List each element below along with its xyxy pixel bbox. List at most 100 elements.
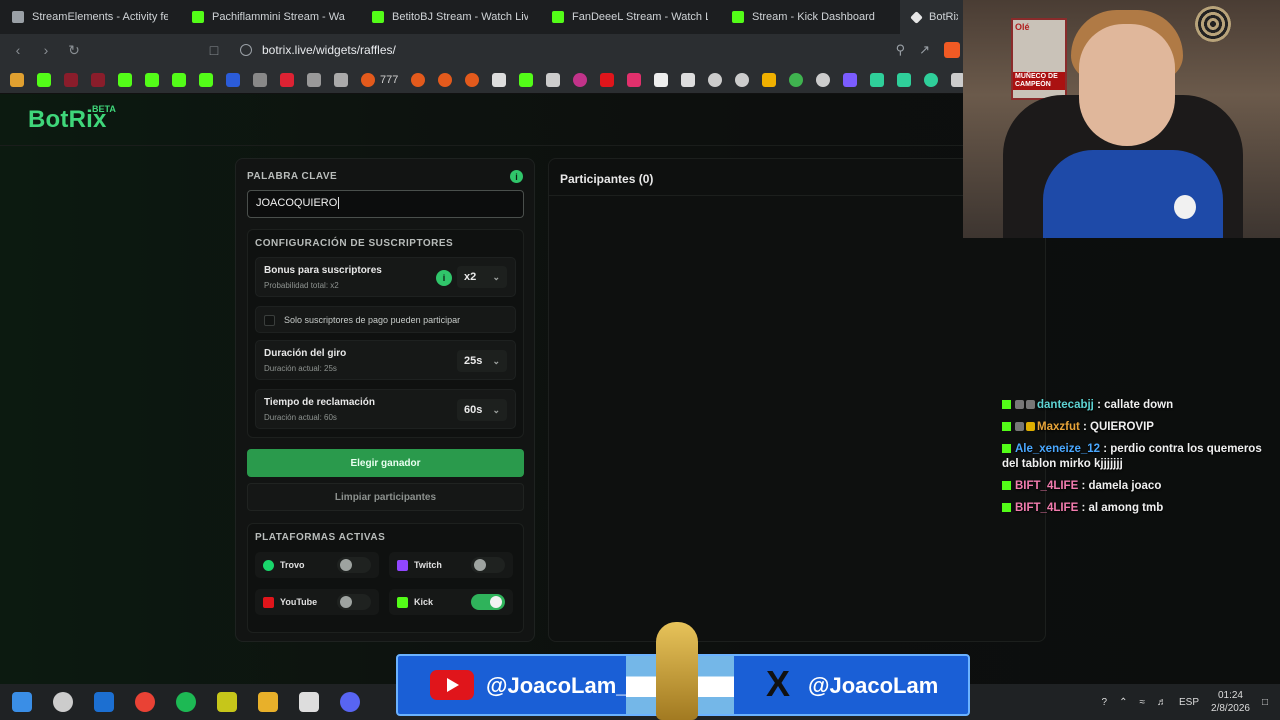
youtube-handle: @JoacoLam_ [486, 673, 629, 698]
spin-duration-select[interactable]: 25s ⌄ [457, 350, 507, 372]
spin-title: Duración del giro [264, 348, 347, 359]
address-actions: ⚲ ↗ [896, 42, 960, 58]
file-explorer-icon[interactable] [258, 692, 278, 712]
bookmark-icon[interactable] [465, 72, 480, 87]
chat-message: BIFT_4LIFE : al among tmb [1002, 501, 1272, 516]
bookmark-icon[interactable] [10, 72, 24, 87]
tab-botrix[interactable]: BotRix | [900, 0, 970, 34]
bookmark-icon[interactable] [816, 72, 831, 87]
bookmark-icon[interactable] [91, 72, 105, 87]
youtube-icon [263, 596, 274, 608]
bookmark-icon[interactable] [762, 72, 777, 87]
instagram-icon[interactable] [627, 72, 642, 87]
info-icon[interactable]: i [510, 170, 523, 183]
spotify-icon[interactable] [176, 692, 196, 712]
bookmark-icon[interactable] [334, 72, 348, 87]
chevron-up-icon[interactable]: ⌃ [1119, 697, 1127, 708]
kick-icon[interactable] [118, 72, 132, 87]
windows-start-icon[interactable] [12, 692, 32, 712]
chrome-icon[interactable] [135, 692, 155, 712]
bookmark-label[interactable]: 777 [380, 74, 398, 86]
bookmark-icon[interactable] [492, 72, 507, 87]
bookmark-icon[interactable] [411, 72, 426, 87]
x-icon[interactable] [681, 72, 696, 87]
pick-winner-button[interactable]: Elegir ganador [247, 449, 524, 477]
bookmark-icon[interactable] [226, 72, 240, 87]
kick-toggle[interactable] [471, 594, 505, 610]
bookmark-icon[interactable] [843, 72, 858, 87]
kick-icon[interactable] [145, 72, 159, 87]
bonus-title: Bonus para suscriptores [264, 265, 382, 276]
back-icon[interactable]: ‹ [6, 38, 30, 62]
bookmark-icon[interactable] [546, 72, 561, 87]
platform-label: Kick [414, 597, 434, 607]
volume-icon[interactable]: ♬ [1157, 697, 1167, 708]
info-icon[interactable]: i [436, 270, 452, 286]
youtube-icon[interactable] [600, 72, 615, 87]
clear-participants-button[interactable]: Limpiar participantes [247, 483, 524, 511]
clock[interactable]: 01:24 2/8/2026 [1211, 689, 1250, 715]
badge-icon [1015, 422, 1024, 431]
bookmark-icon[interactable] [897, 72, 912, 87]
tiktok-icon[interactable] [654, 72, 669, 87]
chevron-down-icon: ⌄ [492, 355, 500, 366]
twitch-toggle[interactable] [471, 557, 505, 573]
chevron-down-icon: ⌄ [492, 404, 500, 415]
url-field[interactable]: botrix.live/widgets/raffles/ [240, 43, 396, 57]
bookmark-icon[interactable] [253, 72, 267, 87]
trovo-toggle[interactable] [337, 557, 371, 573]
bookmark-icon[interactable]: □ [202, 38, 226, 62]
brave-shields-icon[interactable] [944, 42, 960, 58]
tab-streamelements[interactable]: StreamElements - Activity feed [0, 0, 180, 34]
zoom-icon[interactable]: ⚲ [896, 42, 906, 58]
forward-icon[interactable]: › [34, 38, 58, 62]
chat-message: Ale_xeneize_12 : perdio contra los queme… [1002, 442, 1272, 472]
wifi-icon[interactable]: ≈ [1140, 697, 1146, 708]
bookmark-icon[interactable] [708, 72, 723, 87]
tab-betitobj[interactable]: BetitoBJ Stream - Watch Liv [360, 0, 540, 34]
chat-message: dantecabjj : callate down [1002, 398, 1272, 413]
paid-only-checkbox[interactable] [264, 315, 275, 326]
bookmark-icon[interactable] [735, 72, 750, 87]
tab-fandeeel[interactable]: FanDeeeL Stream - Watch L [540, 0, 720, 34]
streamelements-icon [12, 11, 24, 23]
claim-time-select[interactable]: 60s ⌄ [457, 399, 507, 421]
bookmark-icon[interactable] [64, 72, 78, 87]
bookmark-icon[interactable] [924, 72, 939, 87]
search-icon[interactable] [53, 692, 73, 712]
bookmark-icon[interactable] [519, 72, 534, 87]
x-handle: @JoacoLam [808, 673, 939, 698]
app-icon[interactable] [94, 692, 114, 712]
app-icon[interactable] [299, 692, 319, 712]
kick-icon[interactable] [172, 72, 186, 87]
bookmark-icon[interactable] [789, 72, 804, 87]
bookmark-icon[interactable] [870, 72, 885, 87]
system-tray: ? ⌃ ≈ ♬ ESP 01:24 2/8/2026 □ [1102, 684, 1268, 720]
bookmark-icon[interactable] [438, 72, 453, 87]
bookmark-icon[interactable] [280, 72, 294, 87]
bookmark-icon[interactable] [307, 72, 321, 87]
active-platforms: PLATAFORMAS ACTIVAS Trovo Twitch YouTube… [247, 523, 524, 633]
help-icon[interactable]: ? [1102, 697, 1108, 708]
paid-only-row[interactable]: Solo suscriptores de pago pueden partici… [255, 306, 516, 333]
tab-pachiflammini[interactable]: Pachiflammini Stream - Wa [180, 0, 360, 34]
share-icon[interactable]: ↗ [919, 42, 930, 58]
poster-caption: MUÑECO DE CAMPEÓN [1013, 72, 1065, 90]
language-indicator[interactable]: ESP [1179, 697, 1199, 708]
tab-kick-dashboard[interactable]: Stream - Kick Dashboard [720, 0, 900, 34]
bonus-select[interactable]: x2 ⌄ [457, 266, 507, 288]
youtube-toggle[interactable] [337, 594, 371, 610]
platform-twitch: Twitch [389, 552, 513, 578]
bookmark-icon[interactable] [573, 72, 588, 87]
reload-icon[interactable]: ↻ [62, 38, 86, 62]
kick-icon [1002, 481, 1011, 490]
keyword-input[interactable]: JOACOQUIERO [247, 190, 524, 218]
app-icon[interactable] [217, 692, 237, 712]
discord-icon[interactable] [340, 692, 360, 712]
site-info-icon[interactable] [240, 44, 252, 56]
notifications-icon[interactable]: □ [1262, 697, 1268, 708]
claim-value: 60s [464, 404, 483, 416]
bookmark-icon[interactable] [361, 72, 375, 87]
bookmark-icon[interactable] [37, 72, 51, 87]
kick-icon[interactable] [199, 72, 213, 87]
